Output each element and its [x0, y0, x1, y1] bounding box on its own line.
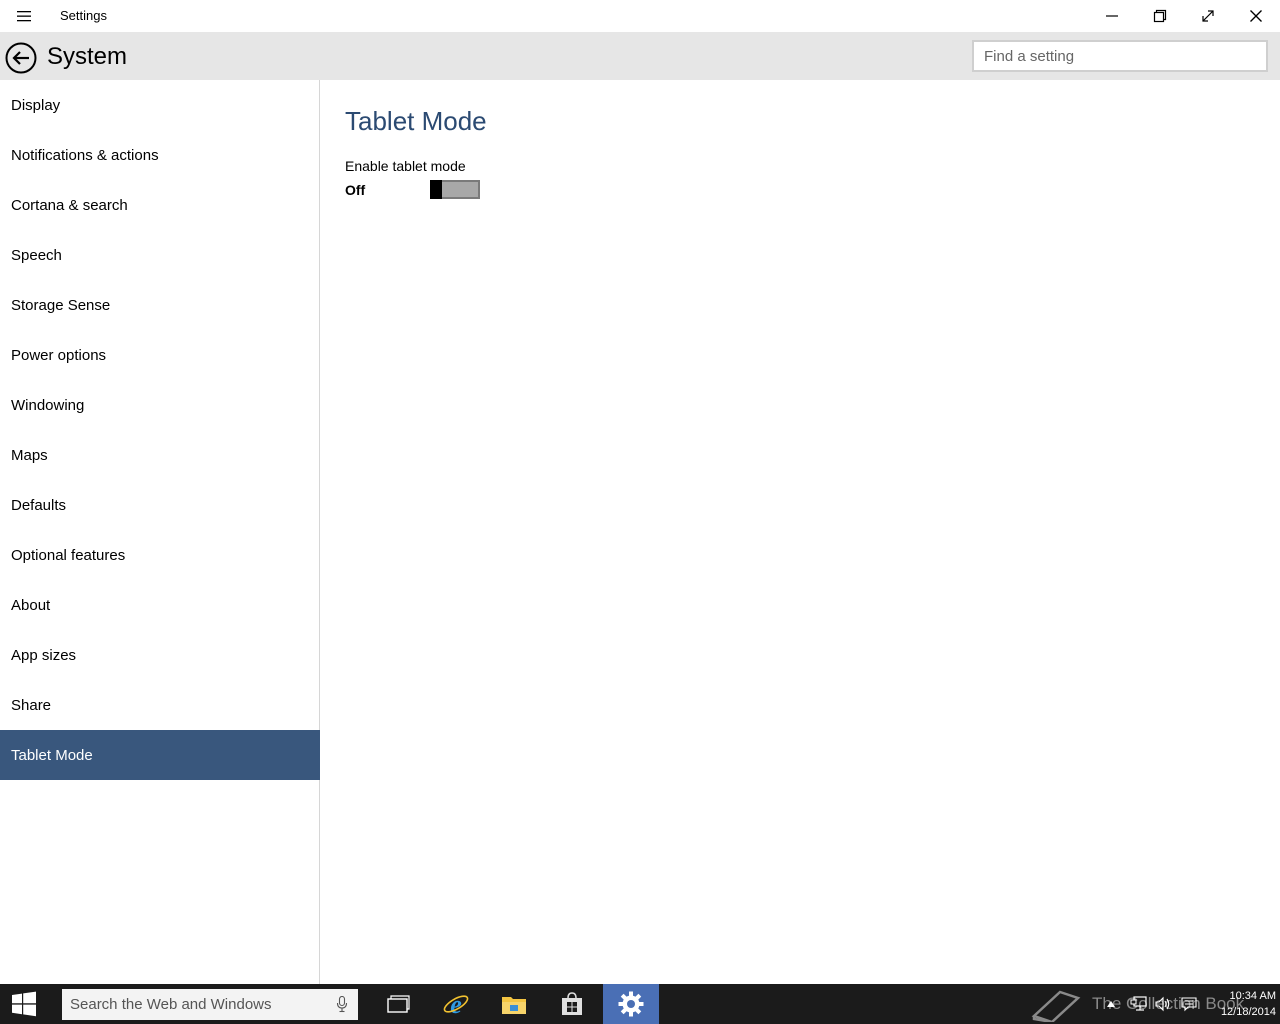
sidebar-item-maps[interactable]: Maps	[0, 430, 320, 480]
sidebar-item-label: Cortana & search	[11, 196, 128, 214]
book-logo-icon	[1031, 990, 1081, 1022]
sidebar-item-defaults[interactable]: Defaults	[0, 480, 320, 530]
clock-time: 10:34 AM	[1229, 990, 1276, 1002]
taskbar-clock[interactable]: 10:34 AM 12/18/2014	[1200, 988, 1276, 1020]
sidebar-item-windowing[interactable]: Windowing	[0, 380, 320, 430]
file-explorer-icon	[502, 997, 526, 1014]
sidebar-item-app-sizes[interactable]: App sizes	[0, 630, 320, 680]
action-center-tray-button[interactable]	[1178, 984, 1200, 1024]
microphone-icon[interactable]	[336, 996, 348, 1013]
show-hidden-icons-button[interactable]	[1102, 984, 1120, 1024]
sidebar-item-label: Power options	[11, 346, 107, 364]
sidebar-item-display[interactable]: Display	[0, 80, 320, 130]
back-button[interactable]	[4, 41, 38, 75]
sidebar-item-label: Defaults	[11, 496, 67, 514]
minimize-icon	[1106, 15, 1118, 17]
chevron-up-icon	[1107, 1001, 1115, 1007]
sidebar-item-notifications[interactable]: Notifications & actions	[0, 130, 320, 180]
settings-taskbar-button[interactable]	[603, 984, 659, 1024]
page-header: System	[0, 32, 1280, 80]
store-button[interactable]	[544, 984, 600, 1024]
taskbar-search[interactable]	[62, 989, 358, 1020]
content-pane: Tablet Mode Enable tablet mode Off	[321, 80, 1280, 984]
sidebar-item-power-options[interactable]: Power options	[0, 330, 320, 380]
svg-text:e: e	[450, 991, 462, 1017]
minimize-button[interactable]	[1088, 0, 1136, 32]
speaker-icon	[1155, 996, 1170, 1012]
section-title: Tablet Mode	[345, 106, 487, 136]
settings-gear-icon	[618, 991, 644, 1017]
sidebar-item-label: Notifications & actions	[11, 146, 159, 164]
sidebar-item-share[interactable]: Share	[0, 680, 320, 730]
task-view-icon	[387, 995, 410, 1013]
window-title: Settings	[60, 8, 107, 23]
notification-icon	[1181, 997, 1197, 1012]
back-arrow-icon	[5, 42, 37, 74]
taskbar: e	[0, 984, 1280, 1024]
store-icon	[562, 992, 582, 1015]
sidebar-item-label: App sizes	[11, 646, 77, 664]
toggle-state-text: Off	[345, 182, 366, 198]
taskbar-search-input[interactable]	[62, 989, 322, 1020]
sidebar-item-label: Optional features	[11, 546, 126, 564]
close-button[interactable]	[1232, 0, 1280, 32]
sidebar-item-label: Windowing	[11, 396, 85, 414]
sidebar-item-optional-features[interactable]: Optional features	[0, 530, 320, 580]
sidebar-item-label: Tablet Mode	[11, 746, 93, 764]
sidebar: Display Notifications & actions Cortana …	[0, 80, 320, 984]
full-screen-button[interactable]	[1184, 0, 1232, 32]
sidebar-item-label: Speech	[11, 246, 62, 264]
task-view-button[interactable]	[370, 984, 426, 1024]
sidebar-item-label: About	[11, 596, 51, 614]
expand-icon	[1202, 10, 1214, 22]
network-icon	[1130, 996, 1147, 1011]
close-icon	[1250, 10, 1262, 22]
restore-icon	[1153, 9, 1167, 23]
sidebar-item-label: Storage Sense	[11, 296, 111, 314]
title-bar: Settings	[0, 0, 1280, 32]
volume-tray-button[interactable]	[1152, 984, 1174, 1024]
sidebar-item-storage-sense[interactable]: Storage Sense	[0, 280, 320, 330]
sidebar-item-tablet-mode[interactable]: Tablet Mode	[0, 730, 320, 780]
start-button[interactable]	[0, 984, 48, 1024]
sidebar-item-speech[interactable]: Speech	[0, 230, 320, 280]
toggle-knob[interactable]	[430, 180, 442, 199]
windows-logo-icon	[12, 991, 36, 1017]
hamburger-menu-icon[interactable]	[0, 0, 48, 32]
search-input[interactable]	[974, 42, 1266, 70]
find-setting-search[interactable]	[972, 40, 1268, 72]
tablet-mode-toggle[interactable]	[430, 180, 480, 199]
clock-date: 12/18/2014	[1220, 1006, 1276, 1018]
internet-explorer-icon: e	[443, 991, 469, 1017]
sidebar-item-label: Maps	[11, 446, 48, 464]
network-tray-button[interactable]	[1128, 984, 1150, 1024]
internet-explorer-button[interactable]: e	[428, 984, 484, 1024]
file-explorer-button[interactable]	[486, 984, 542, 1024]
restore-button[interactable]	[1136, 0, 1184, 32]
sidebar-item-about[interactable]: About	[0, 580, 320, 630]
page-title: System	[47, 43, 128, 70]
sidebar-item-cortana[interactable]: Cortana & search	[0, 180, 320, 230]
sidebar-item-label: Display	[11, 96, 61, 114]
sidebar-item-label: Share	[11, 696, 52, 714]
toggle-label: Enable tablet mode	[345, 158, 466, 174]
